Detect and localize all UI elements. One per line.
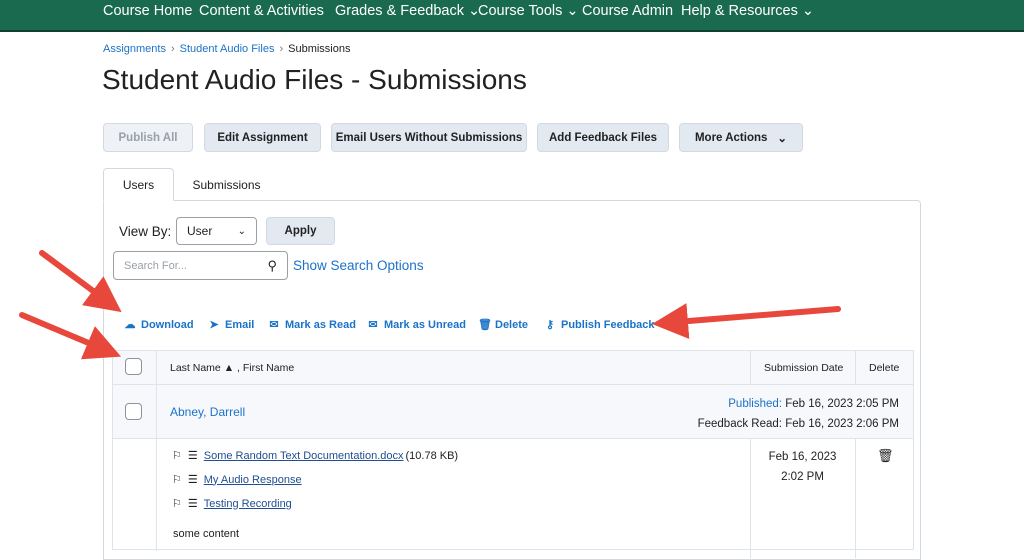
tab-users[interactable]: Users (103, 168, 174, 201)
arrow-to-download (39, 250, 122, 313)
arrow-to-checkbox (19, 312, 122, 360)
arrow-to-publish-feedback (652, 303, 841, 340)
annotation-arrows (19, 250, 841, 360)
